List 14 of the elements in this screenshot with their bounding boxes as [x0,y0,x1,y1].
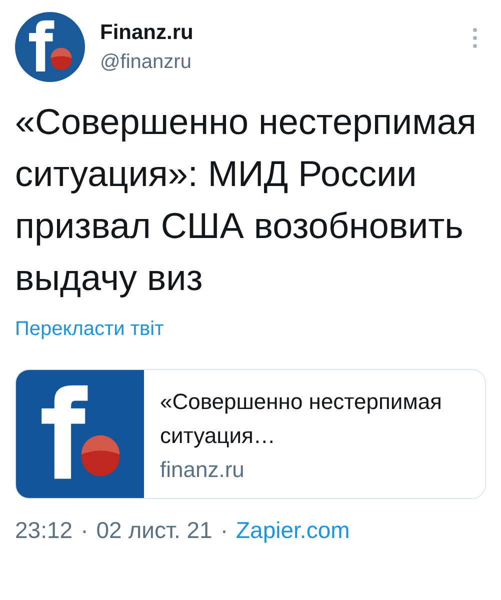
tweet-time: 23:12 [15,517,73,544]
separator-dot: · [80,517,88,544]
author-handle: @finanzru [100,50,192,74]
avatar-logo [15,12,85,82]
source-link[interactable]: Zapier.com [236,517,350,544]
author-name: Finanz.ru [100,20,194,44]
more-icon[interactable] [472,27,478,49]
link-card[interactable]: «Совершенно нестерпимая ситуация… finanz.ru [15,369,486,499]
card-domain: finanz.ru [160,457,246,483]
tweet-text: «Совершенно нестерпимая ситуация»: МИД России призвал США возобновить выдачу виз [15,100,478,300]
tweet-date: 02 лист. 21 [96,517,212,544]
translate-link[interactable]: Перекласти твіт [15,318,164,341]
separator-dot: · [220,517,228,544]
card-title: «Совершенно нестерпимая ситуация… [160,388,443,450]
